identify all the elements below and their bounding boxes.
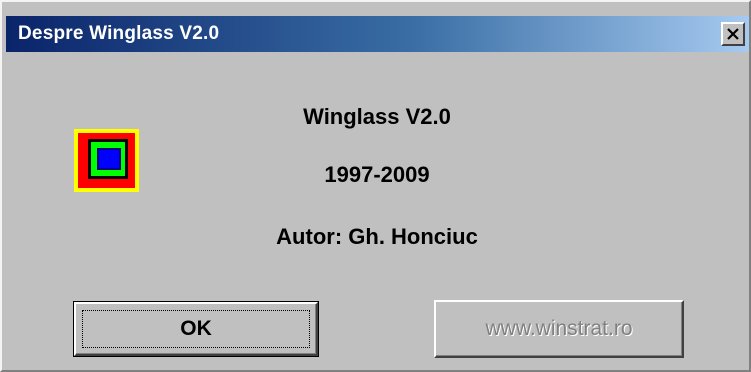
window-title: Despre Winglass V2.0 [18, 23, 220, 44]
ok-button[interactable]: OK [73, 301, 319, 357]
title-bar[interactable]: Despre Winglass V2.0 [6, 16, 749, 52]
website-button[interactable]: www.winstrat.ro [434, 300, 684, 358]
ok-button-label: OK [180, 317, 212, 340]
close-icon [726, 28, 740, 40]
product-name: Winglass V2.0 [303, 104, 451, 129]
winglass-logo-icon [74, 129, 139, 192]
close-button[interactable] [721, 22, 745, 46]
website-button-label: www.winstrat.ro [485, 317, 633, 340]
copyright-years: 1997-2009 [324, 162, 430, 187]
author-label: Autor: Gh. Honciuc [276, 224, 478, 249]
about-dialog: Despre Winglass V2.0 Winglass V2.0 1997-… [0, 0, 751, 372]
